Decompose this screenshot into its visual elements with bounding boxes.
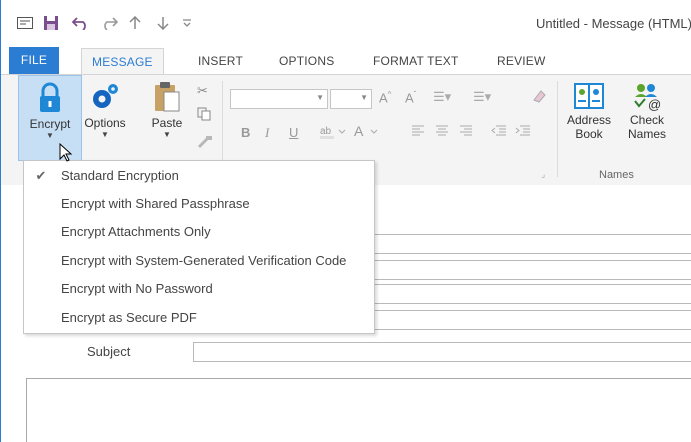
check-names-label-line1: Check [629,113,664,127]
tab-format-text[interactable]: FORMAT TEXT [363,48,469,74]
chevron-down-icon: ▼ [360,93,368,102]
address-book-label-line1: Address [566,113,612,127]
encrypt-label: Encrypt [29,117,71,131]
align-right-icon[interactable] [459,124,473,139]
tab-insert[interactable]: INSERT [188,48,253,74]
menu-item-label: Encrypt as Secure PDF [61,310,197,325]
tab-message[interactable]: MESSAGE [81,48,164,75]
cc-field[interactable] [373,260,691,280]
subject-label: Subject [87,344,131,359]
menu-item-label: Encrypt with No Password [61,281,213,296]
dialog-launcher-icon[interactable]: ⌟ [541,169,545,180]
to-field[interactable] [373,234,691,254]
increase-indent-icon[interactable] [515,124,531,139]
tab-review[interactable]: REVIEW [487,48,556,74]
subject-input[interactable] [193,342,691,362]
highlight-icon[interactable]: ab [319,123,347,144]
outlook-message-window: Untitled - Message (HTML) FILE MESSAGE I… [0,0,691,442]
decrease-indent-icon[interactable] [491,124,507,139]
bcc-field[interactable] [373,284,691,304]
options-button[interactable]: Options ▼ [79,75,131,159]
options-label: Options [84,116,126,130]
chevron-down-icon: ▼ [316,93,324,102]
underline-button[interactable]: U [289,125,298,140]
bold-button[interactable]: B [241,125,250,140]
address-book-label-line2: Book [575,127,603,141]
undo-icon[interactable] [71,14,91,32]
clear-formatting-icon[interactable] [531,89,547,106]
encrypt-dropdown-menu: ✔ Standard Encryption Encrypt with Share… [23,160,375,334]
svg-text:ab: ab [320,126,332,137]
checkmark-icon: ✔ [35,168,47,183]
menu-item-no-password[interactable]: Encrypt with No Password [24,275,374,303]
menu-item-standard-encryption[interactable]: ✔ Standard Encryption [24,162,374,190]
bullets-icon[interactable]: ☰▾ [433,89,451,105]
save-icon[interactable] [41,14,61,32]
gear-icon [89,81,121,113]
font-size-combo[interactable]: ▼ [330,89,372,109]
paste-button[interactable]: Paste ▼ [141,75,193,159]
menu-item-label: Encrypt with Shared Passphrase [61,196,250,211]
mail-icon[interactable] [15,14,35,32]
from-field[interactable] [373,310,691,330]
separator [557,81,558,177]
title-bar: Untitled - Message (HTML) [1,0,691,44]
down-arrow-icon[interactable] [153,14,173,32]
address-book-icon [573,81,605,111]
chevron-down-icon: ▼ [163,130,171,139]
menu-item-verification-code[interactable]: Encrypt with System-Generated Verificati… [24,247,374,275]
chevron-down-icon: ▼ [46,131,54,140]
menu-item-label: Standard Encryption [61,168,179,183]
window-title: Untitled - Message (HTML) [535,16,691,31]
tab-options[interactable]: OPTIONS [269,48,344,74]
font-name-combo[interactable]: ▼ [230,89,328,109]
lock-icon [38,82,62,114]
customize-icon[interactable] [177,14,197,32]
copy-icon[interactable] [197,107,211,124]
ribbon-tabs: FILE MESSAGE INSERT OPTIONS FORMAT TEXT … [1,44,691,75]
svg-text:A: A [354,123,364,139]
check-names-icon: @ [631,81,663,112]
tab-file[interactable]: FILE [9,47,59,74]
menu-item-secure-pdf[interactable]: Encrypt as Secure PDF [24,304,374,332]
up-arrow-icon[interactable] [125,14,145,32]
shrink-font-icon[interactable]: Aˇ [405,90,416,105]
align-center-icon[interactable] [435,124,449,139]
chevron-down-icon: ▼ [101,130,109,139]
address-book-button[interactable]: Address Book [561,75,617,163]
check-names-button[interactable]: @ Check Names [619,75,675,163]
menu-item-label: Encrypt Attachments Only [61,224,211,239]
check-names-label-line2: Names [627,127,666,141]
align-left-icon[interactable] [411,124,425,139]
mouse-cursor-icon [59,142,73,168]
menu-item-label: Encrypt with System-Generated Verificati… [61,253,347,268]
names-group-label: Names [599,169,634,181]
menu-item-attachments-only[interactable]: Encrypt Attachments Only [24,218,374,246]
italic-button[interactable]: I [265,125,269,141]
format-painter-icon[interactable] [197,135,213,152]
cut-icon[interactable]: ✂ [197,83,208,99]
grow-font-icon[interactable]: A^ [379,90,391,105]
clipboard-icon [153,81,181,113]
svg-text:@: @ [648,97,661,111]
numbering-icon[interactable]: ☰▾ [473,89,491,105]
message-body[interactable] [26,378,691,442]
menu-item-shared-passphrase[interactable]: Encrypt with Shared Passphrase [24,190,374,218]
paste-label: Paste [151,116,183,130]
font-color-icon[interactable]: A [353,123,381,144]
redo-icon[interactable] [99,14,119,32]
